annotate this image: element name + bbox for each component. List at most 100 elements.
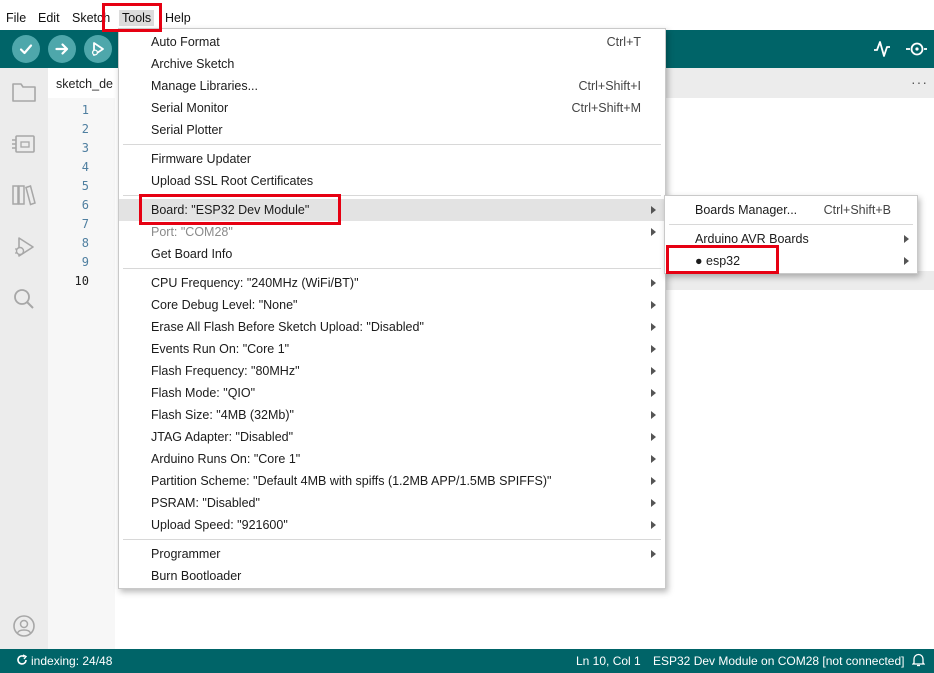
menu-item-label: Get Board Info [151,247,233,261]
menu-item-arduino-runs-on[interactable]: Arduino Runs On: "Core 1" [119,448,665,470]
menu-item-label: Erase All Flash Before Sketch Upload: "D… [151,320,424,334]
menu-item-upload-speed[interactable]: Upload Speed: "921600" [119,514,665,536]
menu-item-label: Manage Libraries... [151,79,259,93]
debugger-button[interactable] [10,233,38,261]
submenu-arrow-icon [651,389,656,397]
menu-item-events-run-on[interactable]: Events Run On: "Core 1" [119,338,665,360]
indexing-status: indexing: 24/48 [16,654,112,668]
debug-button[interactable] [84,35,112,63]
menu-item-serial-plotter[interactable]: Serial Plotter [119,119,665,141]
line-number: 1 [81,103,89,117]
debug-icon [15,237,34,257]
line-number: 6 [81,198,89,212]
menu-item-label: Archive Sketch [151,57,235,71]
submenu-arrow-icon [651,521,656,529]
menu-file[interactable]: File [6,10,26,26]
tools-dropdown-menu: Auto Format Ctrl+T Archive Sketch Manage … [118,28,666,589]
notifications-button[interactable] [911,653,926,670]
menu-item-label: Partition Scheme: "Default 4MB with spif… [151,474,552,488]
menu-item-label: Serial Monitor [151,101,229,115]
debug-icon [91,42,104,56]
annotation-box-tools [102,3,162,32]
menu-item-shortcut: Ctrl+Shift+B [823,203,891,217]
line-number: 7 [81,217,89,231]
serial-monitor-icon [906,42,927,56]
menu-separator [123,144,661,145]
menu-item-flash-frequency[interactable]: Flash Frequency: "80MHz" [119,360,665,382]
menu-item-burn-bootloader[interactable]: Burn Bootloader [119,565,665,587]
menu-item-core-debug-level[interactable]: Core Debug Level: "None" [119,294,665,316]
sidebar [0,68,48,649]
board-port-status[interactable]: ESP32 Dev Module on COM28 [not connected… [653,654,904,668]
menu-item-label: Flash Size: "4MB (32Mb)" [151,408,294,422]
menu-item-manage-libraries[interactable]: Manage Libraries... Ctrl+Shift+I [119,75,665,97]
menu-edit[interactable]: Edit [38,10,60,26]
menu-item-programmer[interactable]: Programmer [119,543,665,565]
submenu-arrow-icon [904,257,909,265]
menu-item-get-board-info[interactable]: Get Board Info [119,243,665,265]
menu-item-shortcut: Ctrl+T [606,35,641,49]
menu-item-serial-monitor[interactable]: Serial Monitor Ctrl+Shift+M [119,97,665,119]
menu-item-flash-mode[interactable]: Flash Mode: "QIO" [119,382,665,404]
search-icon [14,289,34,309]
submenu-arrow-icon [651,499,656,507]
line-number: 5 [81,179,89,193]
submenu-arrow-icon [651,279,656,287]
account-button[interactable] [10,612,38,640]
sketchbook-button[interactable] [10,78,38,106]
annotation-box-esp32 [666,245,779,274]
menu-item-firmware-updater[interactable]: Firmware Updater [119,148,665,170]
menu-item-psram[interactable]: PSRAM: "Disabled" [119,492,665,514]
cursor-position[interactable]: Ln 10, Col 1 [576,654,641,668]
menu-item-archive-sketch[interactable]: Archive Sketch [119,53,665,75]
menu-separator [123,268,661,269]
verify-icon [19,44,33,55]
search-button[interactable] [10,285,38,313]
menu-item-label: PSRAM: "Disabled" [151,496,260,510]
menu-item-cpu-frequency[interactable]: CPU Frequency: "240MHz (WiFi/BT)" [119,272,665,294]
line-number: 4 [81,160,89,174]
submenu-arrow-icon [651,345,656,353]
submenu-arrow-icon [904,235,909,243]
menu-item-jtag-adapter[interactable]: JTAG Adapter: "Disabled" [119,426,665,448]
submenu-arrow-icon [651,455,656,463]
menu-item-partition-scheme[interactable]: Partition Scheme: "Default 4MB with spif… [119,470,665,492]
serial-plotter-icon [874,41,890,57]
menu-item-auto-format[interactable]: Auto Format Ctrl+T [119,31,665,53]
upload-button[interactable] [48,35,76,63]
submenu-arrow-icon [651,323,656,331]
menu-item-label: JTAG Adapter: "Disabled" [151,430,294,444]
serial-plotter-button[interactable] [870,37,894,61]
refresh-icon [17,654,28,665]
tab-sketch[interactable]: sketch_de [48,68,118,98]
library-manager-button[interactable] [10,181,38,209]
menu-item-label: Flash Mode: "QIO" [151,386,256,400]
serial-monitor-button[interactable] [904,37,928,61]
menu-item-label: Firmware Updater [151,152,252,166]
menu-item-label: Programmer [151,547,221,561]
board-icon [12,135,35,153]
menu-help[interactable]: Help [165,10,191,26]
submenu-arrow-icon [651,477,656,485]
folder-icon [12,83,36,102]
line-number: 9 [81,255,89,269]
menu-item-label: Core Debug Level: "None" [151,298,298,312]
submenu-arrow-icon [651,367,656,375]
menu-item-shortcut: Ctrl+Shift+I [578,79,641,93]
menu-item-label: Upload SSL Root Certificates [151,174,314,188]
tab-more-menu[interactable]: ··· [911,74,928,90]
menu-item-label: Events Run On: "Core 1" [151,342,290,356]
menu-separator [123,539,661,540]
menu-item-label: Serial Plotter [151,123,223,137]
boards-manager-button[interactable] [10,130,38,158]
menu-item-upload-ssl[interactable]: Upload SSL Root Certificates [119,170,665,192]
submenu-arrow-icon [651,550,656,558]
menu-item-erase-flash[interactable]: Erase All Flash Before Sketch Upload: "D… [119,316,665,338]
indexing-text: indexing: 24/48 [31,654,113,668]
menu-item-boards-manager[interactable]: Boards Manager... Ctrl+Shift+B [665,199,917,221]
menu-item-label: CPU Frequency: "240MHz (WiFi/BT)" [151,276,359,290]
submenu-arrow-icon [651,301,656,309]
menu-item-flash-size[interactable]: Flash Size: "4MB (32Mb)" [119,404,665,426]
verify-button[interactable] [12,35,40,63]
line-number: 8 [81,236,89,250]
